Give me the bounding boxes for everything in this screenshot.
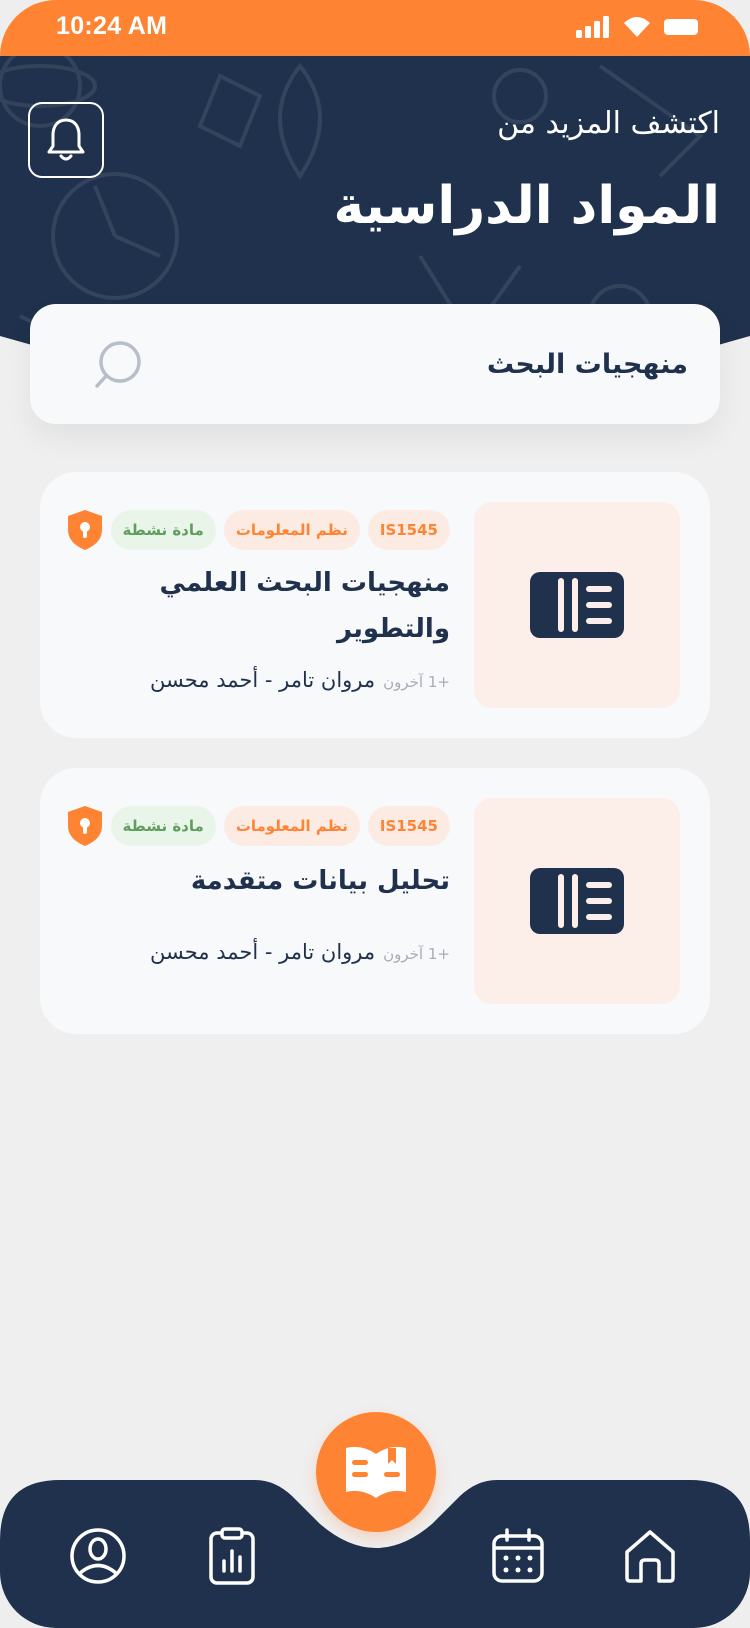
- authors-names: مروان تامر - أحمد محسن: [150, 940, 376, 964]
- wifi-icon: [624, 17, 650, 37]
- course-tags: IS1545 نظم المعلومات مادة نشطة: [110, 806, 450, 846]
- course-title: منهجيات البحث العلمي والتطوير: [159, 568, 450, 644]
- course-tags: IS1545 نظم المعلومات مادة نشطة: [110, 510, 450, 550]
- nav-profile[interactable]: [68, 1526, 128, 1586]
- course-thumbnail: [474, 798, 680, 1004]
- course-code-badge: IS1545: [367, 510, 450, 550]
- search-input[interactable]: [148, 304, 688, 424]
- bell-icon: [47, 118, 85, 161]
- department-badge: نظم المعلومات: [223, 806, 360, 846]
- search-icon[interactable]: [94, 340, 144, 390]
- course-authors: مروان تامر - أحمد محسن +1 آخرون: [150, 668, 450, 692]
- shield-lock-icon: [68, 510, 102, 550]
- open-book-icon: [346, 1446, 406, 1498]
- shield-lock-icon: [68, 806, 102, 846]
- nav-home[interactable]: [620, 1526, 680, 1586]
- signal-icon: [576, 16, 609, 38]
- nav-calendar[interactable]: [488, 1526, 548, 1586]
- status-time: 10:24 AM: [56, 12, 168, 40]
- status-bar: 10:24 AM: [0, 0, 750, 56]
- status-icons: [576, 14, 700, 40]
- department-badge: نظم المعلومات: [223, 510, 360, 550]
- calendar-icon: [492, 1528, 544, 1583]
- app-screen: اكتشف المزيد من المواد الدراسية 10:24 AM: [0, 0, 750, 1628]
- book-icon: [530, 572, 624, 638]
- home-icon: [625, 1530, 675, 1583]
- nav-reports[interactable]: [202, 1526, 262, 1586]
- battery-icon: [664, 19, 698, 35]
- authors-names: مروان تامر - أحمد محسن: [150, 668, 376, 692]
- course-title: تحليل بيانات متقدمة: [190, 866, 450, 896]
- header-subtitle: اكتشف المزيد من: [497, 106, 720, 141]
- status-badge: مادة نشطة: [110, 806, 216, 846]
- report-icon: [209, 1527, 255, 1585]
- book-icon: [530, 868, 624, 934]
- status-badge: مادة نشطة: [110, 510, 216, 550]
- page-title: المواد الدراسية: [333, 176, 720, 236]
- course-card[interactable]: IS1545 نظم المعلومات مادة نشطة منهجيات ا…: [40, 472, 710, 738]
- search-bar[interactable]: [30, 304, 720, 424]
- authors-more: +1 آخرون: [383, 945, 450, 963]
- course-authors: مروان تامر - أحمد محسن +1 آخرون: [150, 940, 450, 964]
- course-code-badge: IS1545: [367, 806, 450, 846]
- authors-more: +1 آخرون: [383, 673, 450, 691]
- course-thumbnail: [474, 502, 680, 708]
- courses-fab-button[interactable]: [316, 1412, 436, 1532]
- course-card[interactable]: IS1545 نظم المعلومات مادة نشطة تحليل بيا…: [40, 768, 710, 1034]
- notifications-button[interactable]: [28, 102, 104, 178]
- profile-icon: [70, 1528, 126, 1584]
